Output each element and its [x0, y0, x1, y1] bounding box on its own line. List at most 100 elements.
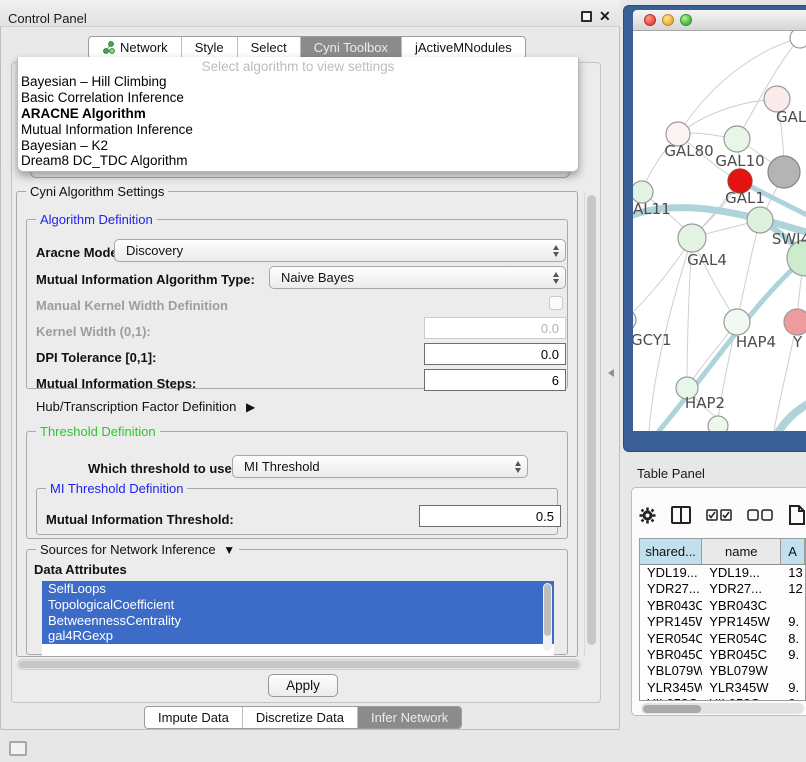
dpi-tolerance-field[interactable]: 0.0: [424, 343, 566, 365]
mi-threshold-definition-title: MI Threshold Definition: [46, 481, 187, 496]
column-header[interactable]: shared...: [640, 539, 702, 564]
node-label: HAP4: [736, 333, 776, 351]
mi-steps-label: Mutual Information Steps:: [36, 376, 196, 391]
float-window-button[interactable]: [581, 11, 592, 22]
manual-kernel-label: Manual Kernel Width Definition: [36, 298, 228, 313]
dpi-tolerance-label: DPI Tolerance [0,1]:: [36, 350, 156, 365]
algorithm-definition-title: Algorithm Definition: [36, 212, 157, 227]
tab-cyni-toolbox[interactable]: Cyni Toolbox: [300, 37, 401, 58]
page-icon[interactable]: [788, 505, 806, 525]
gear-icon[interactable]: [639, 507, 656, 524]
which-threshold-select[interactable]: MI Threshold: [232, 455, 528, 478]
spinner-arrows-icon: [547, 245, 565, 257]
table-row[interactable]: YIL052CYIL052C0.: [640, 696, 805, 701]
kernel-width-field[interactable]: 0.0: [424, 317, 566, 339]
dropdown-item[interactable]: Dream8 DC_TDC Algorithm: [18, 153, 578, 169]
hub-definition-toggle[interactable]: Hub/Transcription Factor Definition ▶: [36, 399, 255, 414]
minimized-panel-icon[interactable]: [9, 741, 27, 756]
split-pane-icon[interactable]: [671, 506, 691, 524]
settings-group-title: Cyni Algorithm Settings: [26, 184, 168, 199]
spinner-arrows-icon: [509, 461, 527, 473]
tab-network-label: Network: [120, 40, 168, 55]
sources-group-title[interactable]: Sources for Network Inference ▼: [36, 542, 239, 557]
tab-discretize-data[interactable]: Discretize Data: [242, 707, 357, 728]
column-header[interactable]: A: [781, 539, 805, 564]
splitter-collapse-icon[interactable]: [608, 369, 614, 377]
tab-select[interactable]: Select: [237, 37, 300, 58]
table-row[interactable]: YBR043CYBR043C: [640, 598, 805, 614]
data-attributes-list: SelfLoops TopologicalCoefficient Between…: [42, 581, 554, 656]
mi-steps-field[interactable]: 6: [424, 369, 566, 391]
tab-style[interactable]: Style: [181, 37, 237, 58]
list-item[interactable]: gal4RGexp: [42, 628, 554, 644]
kernel-width-label: Kernel Width (0,1):: [36, 324, 151, 339]
node[interactable]: [708, 416, 728, 431]
mi-type-select[interactable]: Naive Bayes: [269, 266, 566, 289]
dropdown-item-selected[interactable]: ARACNE Algorithm: [18, 106, 578, 122]
dropdown-item[interactable]: Bayesian – Hill Climbing: [18, 74, 578, 90]
settings-vertical-scrollbar[interactable]: [584, 192, 597, 656]
table-row[interactable]: YBR045CYBR045C9.: [640, 647, 805, 663]
dropdown-item[interactable]: Bayesian – K2: [18, 138, 578, 154]
node-label: GAL4: [687, 251, 727, 269]
algorithm-dropdown-list: Select algorithm to view settings Bayesi…: [17, 57, 579, 172]
list-item[interactable]: BetweennessCentrality: [42, 613, 554, 629]
table-panel-title: Table Panel: [637, 466, 705, 481]
node-label: Y: [792, 333, 803, 351]
network-canvas[interactable]: GAL GAL80 GAL10 GAL1 GAL11 SWI4 GAL4 GCY…: [633, 31, 806, 431]
node-hap4[interactable]: [724, 309, 750, 335]
table-row[interactable]: YPR145WYPR145W9.: [640, 614, 805, 630]
table-toolbar: [639, 500, 806, 530]
mac-close-button[interactable]: [644, 14, 656, 26]
tab-jactivemnodules[interactable]: jActiveMNodules: [401, 37, 525, 58]
bottom-tabbar: Impute Data Discretize Data Infer Networ…: [144, 706, 462, 729]
table-horizontal-scrollbar[interactable]: [641, 703, 804, 714]
table-row[interactable]: YER054CYER054C8.: [640, 631, 805, 647]
close-icon[interactable]: ✕: [599, 8, 611, 25]
tab-infer-network[interactable]: Infer Network: [357, 707, 461, 728]
node-label: SWI4: [772, 230, 806, 248]
node-swi4[interactable]: [747, 207, 773, 233]
aracne-mode-select[interactable]: Discovery: [114, 239, 566, 262]
node-table: shared... name A YDL19...YDL19...13 YDR2…: [639, 538, 806, 701]
manual-kernel-checkbox[interactable]: [549, 296, 563, 310]
list-item[interactable]: TopologicalCoefficient: [42, 597, 554, 613]
node-gal10[interactable]: [724, 126, 750, 152]
collapsed-arrow-icon: ▶: [246, 400, 255, 414]
table-row[interactable]: YDR27...YDR27...12: [640, 581, 805, 597]
select-all-columns-icon[interactable]: [706, 509, 732, 521]
mi-threshold-field[interactable]: 0.5: [419, 505, 561, 527]
threshold-definition-title: Threshold Definition: [36, 424, 160, 439]
table-header-row: shared... name A: [640, 539, 805, 565]
dropdown-item[interactable]: Mutual Information Inference: [18, 122, 578, 138]
settings-horizontal-scrollbar[interactable]: [17, 659, 581, 670]
table-row[interactable]: YBL079WYBL079W: [640, 663, 805, 679]
tab-impute-data[interactable]: Impute Data: [145, 707, 242, 728]
network-icon: [102, 41, 115, 54]
list-item[interactable]: SelfLoops: [42, 581, 554, 597]
control-panel-tabbar: Network Style Select Cyni Toolbox jActiv…: [88, 36, 526, 59]
data-attributes-label: Data Attributes: [34, 562, 127, 577]
node-gcy1[interactable]: [633, 309, 636, 331]
node-gal4[interactable]: [678, 224, 706, 252]
node[interactable]: [790, 31, 806, 48]
dropdown-item[interactable]: Basic Correlation Inference: [18, 90, 578, 106]
node-gray[interactable]: [768, 156, 800, 188]
list-vertical-scrollbar[interactable]: [543, 583, 552, 651]
mac-minimize-button[interactable]: [662, 14, 674, 26]
deselect-all-columns-icon[interactable]: [747, 509, 773, 521]
mac-zoom-button[interactable]: [680, 14, 692, 26]
node-label: GAL80: [664, 142, 713, 160]
node-label: GAL10: [715, 152, 764, 170]
table-row[interactable]: YDL19...YDL19...13: [640, 565, 805, 581]
node-label: GAL1: [725, 189, 765, 207]
column-header[interactable]: name: [702, 539, 781, 564]
apply-button[interactable]: Apply: [268, 674, 338, 697]
network-window-titlebar: [633, 10, 806, 31]
tab-network[interactable]: Network: [89, 37, 181, 58]
table-row[interactable]: YLR345WYLR345W9.: [640, 680, 805, 696]
node-salmon[interactable]: [784, 309, 806, 335]
network-graph: GAL GAL80 GAL10 GAL1 GAL11 SWI4 GAL4 GCY…: [633, 31, 806, 431]
expanded-arrow-icon: ▼: [223, 543, 235, 557]
control-panel-titlebar: [0, 0, 620, 27]
